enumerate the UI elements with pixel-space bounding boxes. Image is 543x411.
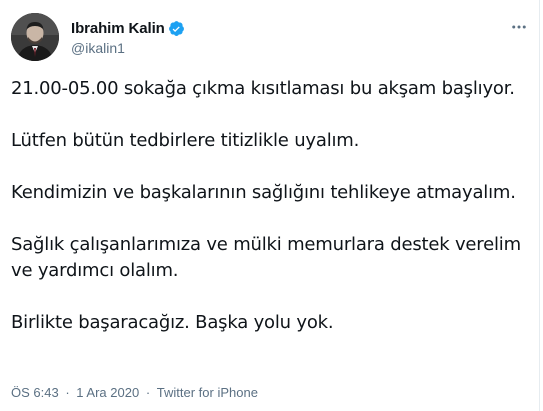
author-handle[interactable]: @ikalin1	[71, 40, 185, 56]
tweet-paragraph: Kendimizin ve başkalarının sağlığını teh…	[11, 182, 516, 203]
meta-separator: ·	[145, 385, 151, 401]
name-row: Ibrahim Kalin	[71, 19, 185, 37]
tweet-paragraph: Birlikte başaracağız. Başka yolu yok.	[11, 312, 334, 333]
author-display-name[interactable]: Ibrahim Kalin	[71, 20, 165, 37]
tweet-date[interactable]: 1 Ara 2020	[76, 385, 139, 400]
tweet-time[interactable]: ÖS 6:43	[11, 385, 59, 400]
author-avatar[interactable]	[11, 13, 59, 61]
tweet-paragraph: Lütfen bütün tedbirlere titizlikle uyalı…	[11, 130, 360, 151]
tweet-paragraph: 21.00-05.00 sokağa çıkma kısıtlaması bu …	[11, 78, 515, 99]
avatar-image	[11, 13, 59, 61]
tweet-header: Ibrahim Kalin @ikalin1	[11, 13, 531, 63]
verified-badge-icon	[168, 20, 185, 37]
tweet-card: Ibrahim Kalin @ikalin1 21.00-05.00 sokağ…	[0, 0, 543, 411]
tweet-metadata: ÖS 6:43 · 1 Ara 2020 · Twitter for iPhon…	[11, 384, 258, 400]
more-options-icon[interactable]	[509, 17, 529, 37]
meta-separator: ·	[65, 385, 70, 401]
tweet-source[interactable]: Twitter for iPhone	[157, 385, 258, 400]
author-identity: Ibrahim Kalin @ikalin1	[71, 19, 185, 56]
tweet-paragraph: Sağlık çalışanlarımıza ve mülki memurlar…	[11, 234, 521, 281]
tweet-text: 21.00-05.00 sokağa çıkma kısıtlaması bu …	[11, 76, 526, 362]
